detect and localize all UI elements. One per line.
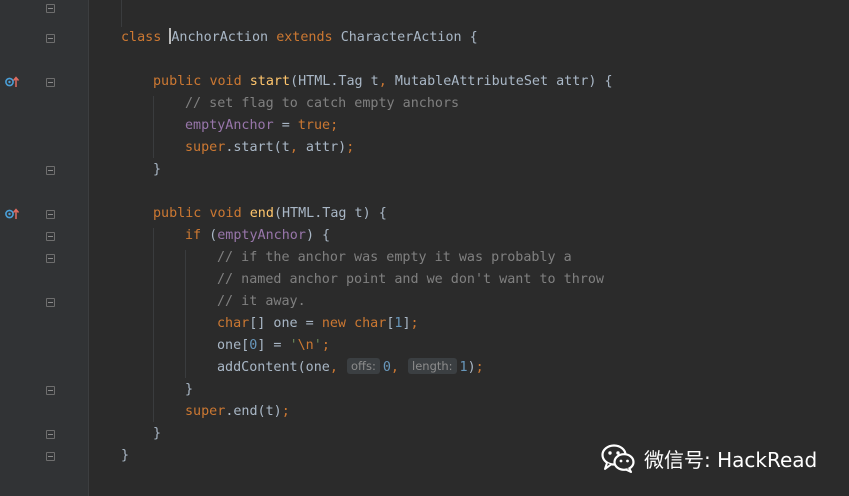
code-text: one[ xyxy=(217,338,250,353)
keyword: char xyxy=(217,316,250,331)
indent-guide xyxy=(153,228,154,422)
semicolon: ; xyxy=(330,118,339,133)
comma: , xyxy=(390,360,399,375)
call-rest: attr) xyxy=(297,140,347,155)
params: (HTML.Tag t xyxy=(290,74,379,89)
brace: } xyxy=(185,382,194,397)
indent-guide xyxy=(121,0,122,27)
code-line-end-method[interactable]: public void end(HTML.Tag t) { xyxy=(153,203,387,225)
code-line-super-end[interactable]: super.end(t); xyxy=(185,401,290,423)
escape-sequence: \n xyxy=(297,338,314,353)
keyword: super xyxy=(185,404,226,419)
paren: ) xyxy=(467,360,476,375)
fold-marker-icon[interactable] xyxy=(46,210,55,219)
parent-class: CharacterAction { xyxy=(340,30,478,45)
keyword: char xyxy=(354,316,387,331)
comma: , xyxy=(329,360,338,375)
code-line-brace[interactable]: } xyxy=(185,379,193,401)
keyword: super xyxy=(185,140,226,155)
keyword: void xyxy=(209,206,242,221)
wechat-watermark: 微信号: HackRead xyxy=(600,441,817,475)
semicolon: ; xyxy=(321,338,330,353)
fold-marker-icon[interactable] xyxy=(46,34,55,43)
params: (HTML.Tag t) { xyxy=(273,206,387,221)
semicolon: ; xyxy=(475,360,484,375)
code-line-brace[interactable]: } xyxy=(153,159,161,181)
editor-gutter xyxy=(0,0,88,496)
indent-guide xyxy=(153,96,154,158)
string-quote: ' xyxy=(289,338,298,353)
code-line-assign[interactable]: emptyAnchor = true; xyxy=(185,115,338,137)
param-hint-offs: offs: xyxy=(347,358,380,374)
param-hint-length: length: xyxy=(408,358,457,374)
method-name: start xyxy=(249,74,291,89)
method-name: end xyxy=(249,206,274,221)
params: MutableAttributeSet attr) { xyxy=(386,74,613,89)
code-line-comment[interactable]: // it away. xyxy=(217,291,306,313)
class-name: AnchorAction xyxy=(171,30,269,45)
paren: ) { xyxy=(305,228,331,243)
gutter-separator xyxy=(88,0,89,496)
call: .end(t) xyxy=(225,404,282,419)
brace: } xyxy=(153,162,162,177)
code-text: ] = xyxy=(257,338,290,353)
comma: , xyxy=(378,74,387,89)
code-line-comment[interactable]: // set flag to catch empty anchors xyxy=(185,93,459,115)
comment: // named anchor point and we don't want … xyxy=(217,272,604,287)
call: addContent(one xyxy=(217,360,330,375)
fold-marker-icon[interactable] xyxy=(46,166,55,175)
keyword: class xyxy=(121,30,162,45)
semicolon: ; xyxy=(346,140,355,155)
keyword: extends xyxy=(276,30,333,45)
keyword: if xyxy=(185,228,202,243)
field-name: emptyAnchor xyxy=(217,228,306,243)
keyword: new xyxy=(321,316,346,331)
fold-marker-icon[interactable] xyxy=(46,232,55,241)
code-line-comment[interactable]: // if the anchor was empty it was probab… xyxy=(217,247,572,269)
number: 1 xyxy=(459,360,468,375)
keyword: public xyxy=(153,206,202,221)
fold-marker-icon[interactable] xyxy=(46,298,55,307)
fold-marker-icon[interactable] xyxy=(46,452,55,461)
fold-marker-icon[interactable] xyxy=(46,430,55,439)
code-line-brace[interactable]: } xyxy=(121,445,129,467)
override-implements-icon[interactable] xyxy=(4,208,20,220)
code-line-array-assign[interactable]: one[0] = '\n'; xyxy=(217,335,330,357)
paren: ( xyxy=(201,228,218,243)
operator: = xyxy=(273,118,298,133)
number: 0 xyxy=(382,360,391,375)
comment: // set flag to catch empty anchors xyxy=(185,96,460,111)
string-quote: ' xyxy=(313,338,322,353)
semicolon: ; xyxy=(281,404,290,419)
comma: , xyxy=(289,140,298,155)
call: .start(t xyxy=(225,140,290,155)
wechat-icon xyxy=(601,444,635,473)
code-line-comment[interactable]: // named anchor point and we don't want … xyxy=(217,269,604,291)
code-line-class-decl[interactable]: class AnchorAction extends CharacterActi… xyxy=(121,27,478,49)
fold-marker-icon[interactable] xyxy=(46,78,55,87)
watermark-text: 微信号: HackRead xyxy=(644,447,818,472)
code-line-if[interactable]: if (emptyAnchor) { xyxy=(185,225,330,247)
keyword: void xyxy=(209,74,242,89)
comment: // if the anchor was empty it was probab… xyxy=(217,250,572,265)
code-line-char-array[interactable]: char[] one = new char[1]; xyxy=(217,313,419,335)
fold-marker-icon[interactable] xyxy=(46,254,55,263)
code-line-brace[interactable]: } xyxy=(153,423,161,445)
comment: // it away. xyxy=(217,294,306,309)
code-text: [] one = xyxy=(249,316,322,331)
fold-marker-icon[interactable] xyxy=(46,386,55,395)
keyword: true xyxy=(297,118,331,133)
brace: } xyxy=(153,426,162,441)
indent-guide xyxy=(185,250,186,378)
bracket: ] xyxy=(402,316,411,331)
field-name: emptyAnchor xyxy=(185,118,274,133)
override-implements-icon[interactable] xyxy=(4,76,20,88)
fold-marker-icon[interactable] xyxy=(46,4,55,13)
semicolon: ; xyxy=(410,316,419,331)
code-line-super-start[interactable]: super.start(t, attr); xyxy=(185,137,354,159)
code-line-start-method[interactable]: public void start(HTML.Tag t, MutableAtt… xyxy=(153,71,613,93)
keyword: public xyxy=(153,74,202,89)
code-line-add-content[interactable]: addContent(one, offs: 0, length: 1); xyxy=(217,357,484,379)
brace: } xyxy=(121,448,130,463)
